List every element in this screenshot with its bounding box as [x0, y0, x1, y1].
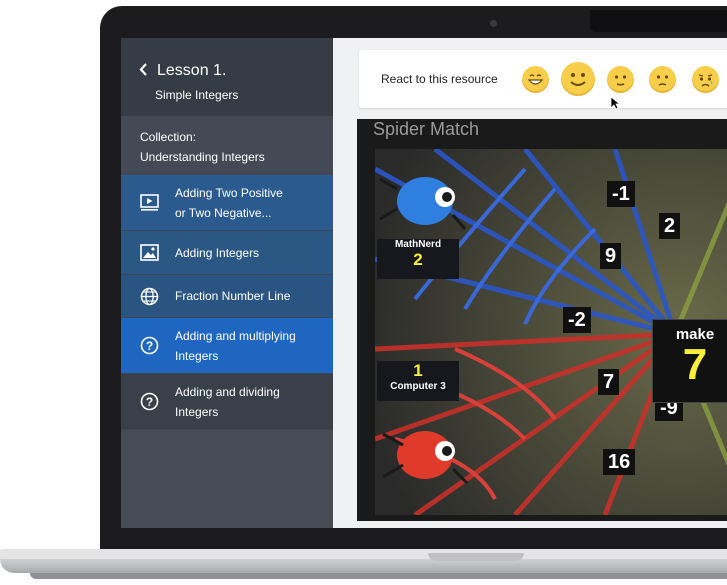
laptop-lid-notch [428, 553, 524, 561]
reaction-bar: React to this resource [359, 50, 727, 110]
slight-smile-face-icon[interactable] [607, 66, 634, 93]
sidebar-item-label: Fraction Number Line [175, 289, 291, 303]
number-fly[interactable]: -1 [607, 181, 635, 207]
computer-score-box: 1 Computer 3 [377, 361, 459, 401]
sidebar-item-label: Adding Integers [175, 245, 260, 260]
laptop-bezel-corner [590, 10, 727, 32]
video-icon [139, 193, 159, 213]
computer-name: Computer 3 [390, 381, 446, 392]
sidebar-item-adding-multiplying[interactable]: ? Adding and multiplying Integers [121, 318, 333, 373]
sidebar-item-label: Adding Two Positive [175, 185, 283, 200]
number-fly[interactable]: -2 [563, 307, 591, 333]
computer-score: 1 [413, 361, 423, 380]
sidebar-item-label-2: or Two Negative... [175, 205, 272, 220]
sidebar-item-adding-two-positive[interactable]: Adding Two Positive or Two Negative... [121, 175, 333, 230]
back-chevron-icon[interactable] [139, 62, 148, 80]
player-score-box: MathNerd 2 [377, 239, 459, 279]
reaction-label: React to this resource [381, 72, 498, 86]
sidebar-item-fraction-number-line[interactable]: Fraction Number Line [121, 275, 333, 317]
lesson-subtitle: Simple Integers [155, 88, 239, 102]
player-score: 2 [413, 250, 423, 269]
svg-text:?: ? [145, 339, 152, 353]
sidebar-item-adding-dividing[interactable]: ? Adding and dividing Integers [121, 374, 333, 429]
sidebar-item-adding-integers[interactable]: Adding Integers [121, 231, 333, 274]
number-fly[interactable]: 7 [598, 369, 620, 395]
collection-name: Understanding Integers [140, 150, 265, 164]
neutral-face-icon[interactable] [649, 66, 676, 93]
lesson-title: Lesson 1. [157, 62, 227, 79]
collection-label: Collection: [140, 130, 197, 144]
webcam [490, 20, 497, 27]
screen: Lesson 1. Simple Integers Collection: Un… [121, 38, 727, 528]
smiling-face-icon[interactable] [561, 62, 595, 96]
number-fly[interactable]: 9 [600, 243, 622, 269]
question-icon: ? [139, 336, 159, 356]
lesson-header[interactable]: Lesson 1. Simple Integers [121, 38, 333, 116]
spider-match-game[interactable]: Spider Match MathNerd 2 1 Computer 3 -1 … [357, 119, 727, 521]
sidebar-empty-area [121, 430, 333, 528]
game-board[interactable]: MathNerd 2 1 Computer 3 -1 2 9 -2 7 -9 1… [373, 147, 727, 518]
laptop-base [0, 549, 727, 585]
target-box: make 7 [652, 319, 727, 403]
sidebar-item-label-2: Integers [175, 404, 219, 419]
main-content: React to this resource Spider Match Math… [333, 38, 727, 528]
collection-info: Collection: Understanding Integers [121, 116, 333, 175]
number-fly[interactable]: 2 [659, 213, 681, 239]
target-value: 7 [682, 340, 708, 389]
question-icon: ? [139, 392, 159, 412]
number-fly[interactable]: 16 [603, 449, 636, 475]
sidebar-item-label: Adding and dividing [175, 384, 280, 399]
sidebar-item-label: Adding and multiplying [175, 328, 296, 343]
sad-face-icon[interactable] [692, 66, 719, 93]
svg-text:?: ? [145, 395, 152, 409]
sidebar-item-label-2: Integers [175, 348, 219, 363]
player-name: MathNerd [394, 239, 442, 250]
lesson-sidebar: Lesson 1. Simple Integers Collection: Un… [121, 38, 333, 528]
grinning-face-icon[interactable] [522, 66, 549, 93]
mouse-pointer-icon [610, 96, 621, 115]
globe-icon [139, 286, 159, 306]
game-title: Spider Match [373, 119, 480, 139]
image-icon [139, 243, 159, 263]
